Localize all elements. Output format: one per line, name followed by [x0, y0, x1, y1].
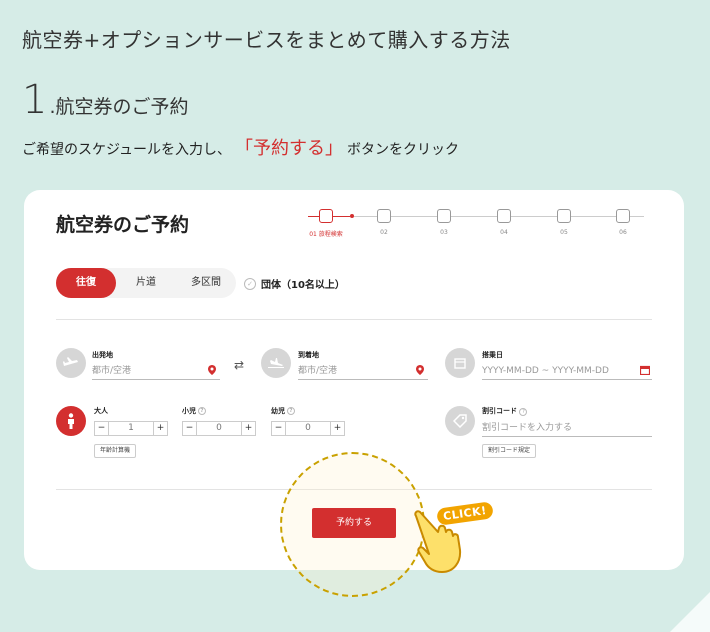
edit-icon — [377, 209, 391, 223]
infant-plus-button[interactable]: + — [330, 422, 344, 435]
group-label: 団体（10名以上） — [261, 280, 345, 291]
swap-icon[interactable]: ⇄ — [234, 358, 244, 372]
adult-stepper: − 1 + — [94, 421, 168, 436]
booking-card: 航空券のご予約 01 旅程検索 02 03 04 05 06 往復 片道 多区間… — [24, 190, 684, 597]
instruction-text-end: ボタンをクリック — [347, 142, 460, 158]
document-icon — [497, 209, 511, 223]
location-pin-icon — [416, 365, 424, 375]
child-stepper: − 0 + — [182, 421, 256, 436]
tab-multi-city[interactable]: 多区間 — [176, 268, 236, 298]
arrival-input[interactable]: 都市/空港 — [298, 362, 428, 380]
progress-step-3: 03 — [424, 208, 464, 236]
progress-steps: 01 旅程検索 02 03 04 05 06 — [294, 208, 654, 238]
ticket-icon — [616, 209, 630, 223]
help-icon[interactable]: ? — [287, 407, 295, 415]
infant-minus-button[interactable]: − — [272, 422, 286, 435]
age-calculator-button[interactable]: 年齢計算機 — [94, 444, 137, 458]
adult-count[interactable]: 1 — [109, 422, 153, 435]
adult-plus-button[interactable]: + — [153, 422, 167, 435]
dates-label: 搭乗日 — [482, 351, 503, 359]
group-checkbox[interactable]: ✓ 団体（10名以上） — [244, 276, 345, 291]
calendar-picker-icon — [640, 365, 650, 375]
location-pin-icon — [208, 365, 216, 375]
adult-passenger: 大人 − 1 + — [94, 406, 168, 436]
step-number: 1 — [22, 77, 48, 123]
progress-step-6: 06 — [603, 208, 643, 236]
plane-landing-icon — [261, 348, 291, 378]
child-plus-button[interactable]: + — [241, 422, 255, 435]
discount-code-input[interactable]: 割引コードを入力する — [482, 419, 652, 437]
child-minus-button[interactable]: − — [183, 422, 197, 435]
adult-minus-button[interactable]: − — [95, 422, 109, 435]
tag-icon — [445, 406, 475, 436]
divider — [56, 319, 652, 320]
page-corner — [670, 592, 710, 632]
reserve-button[interactable]: 予約する — [312, 508, 396, 538]
check-icon: ✓ — [244, 277, 256, 290]
progress-step-5: 05 — [544, 208, 584, 236]
gift-icon — [437, 209, 451, 223]
child-passenger: 小児? − 0 + — [182, 406, 256, 436]
help-icon[interactable]: ? — [519, 408, 528, 416]
trip-type-tabs: 往復 片道 多区間 — [56, 268, 236, 298]
instruction: ご希望のスケジュールを入力し、 「予約する」 ボタンをクリック — [22, 134, 459, 160]
pointing-hand-icon — [414, 510, 462, 573]
tab-round-trip[interactable]: 往復 — [56, 268, 116, 298]
discount-rules-button[interactable]: 割引コード規定 — [482, 444, 537, 458]
child-count[interactable]: 0 — [197, 422, 241, 435]
step-title: .航空券のご予約 — [49, 96, 189, 118]
person-icon — [56, 406, 86, 436]
dates-input[interactable]: YYYY-MM-DD ~ YYYY-MM-DD — [482, 362, 652, 380]
infant-passenger: 幼児? − 0 + — [271, 406, 345, 436]
discount-label: 割引コード ? — [482, 406, 528, 416]
infant-stepper: − 0 + — [271, 421, 345, 436]
departure-input[interactable]: 都市/空港 — [92, 362, 220, 380]
progress-step-4: 04 — [484, 208, 524, 236]
calendar-icon — [445, 348, 475, 378]
infant-count[interactable]: 0 — [286, 422, 330, 435]
page-title: 航空券+オプションサービスをまとめて購入する方法 — [22, 28, 511, 52]
plane-takeoff-icon — [56, 348, 86, 378]
step-heading: 1 .航空券のご予約 — [22, 80, 189, 120]
progress-step-2: 02 — [364, 208, 404, 236]
card-title: 航空券のご予約 — [56, 214, 190, 236]
help-icon[interactable]: ? — [198, 407, 206, 415]
arrival-label: 到着地 — [298, 351, 319, 359]
tab-one-way[interactable]: 片道 — [116, 268, 176, 298]
departure-label: 出発地 — [92, 351, 113, 359]
instruction-highlight: 「予約する」 — [235, 138, 344, 159]
shield-icon — [557, 209, 571, 223]
calendar-icon — [319, 209, 333, 223]
progress-step-1: 01 旅程検索 — [306, 208, 346, 238]
instruction-text: ご希望のスケジュールを入力し、 — [22, 142, 232, 158]
